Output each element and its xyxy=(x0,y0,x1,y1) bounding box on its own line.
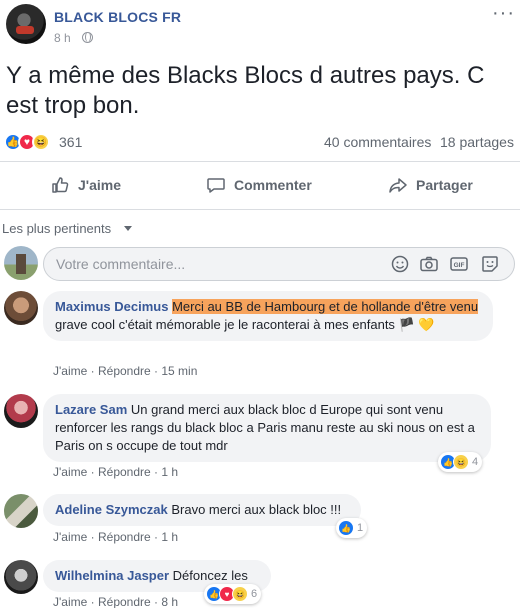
sort-dropdown[interactable]: Les plus pertinents xyxy=(2,221,111,236)
comment-text: Défoncez les xyxy=(172,568,248,583)
haha-reaction-icon: 😆 xyxy=(232,586,248,602)
more-icon[interactable]: ··· xyxy=(492,3,515,23)
comment-reaction-count: 1 xyxy=(357,522,364,534)
comment-label: Commenter xyxy=(234,177,312,193)
comment-reactions-badge[interactable]: 👍 1 xyxy=(336,518,368,538)
reaction-count[interactable]: 361 xyxy=(59,134,82,150)
comment-bubble: Maximus Decimus Merci au BB de Hambourg … xyxy=(43,291,493,341)
comment-like-link[interactable]: J'aime xyxy=(53,595,87,608)
comment-bubble: Adeline Szymczak Bravo merci aux black b… xyxy=(43,494,361,526)
avatar[interactable] xyxy=(4,394,38,428)
comment-bubble: Lazare Sam Un grand merci aux black bloc… xyxy=(43,394,491,462)
like-icon xyxy=(52,177,69,193)
comment-input[interactable] xyxy=(56,256,356,272)
comment-meta: J'aime · Répondre · 1 h xyxy=(53,530,179,544)
comment-author[interactable]: Adeline Szymczak xyxy=(55,502,168,517)
comment-time[interactable]: 1 h xyxy=(161,465,178,479)
gif-icon[interactable]: GIF xyxy=(449,254,469,274)
comment-like-link[interactable]: J'aime xyxy=(53,364,87,378)
haha-reaction-icon: 😆 xyxy=(453,454,469,470)
globe-icon xyxy=(82,32,93,43)
divider xyxy=(0,209,520,210)
comment-time[interactable]: 8 h xyxy=(161,595,178,608)
comment-reaction-count: 4 xyxy=(472,456,479,468)
comment-author[interactable]: Maximus Decimus xyxy=(55,299,168,314)
sticker-icon[interactable] xyxy=(480,254,500,274)
comment-meta: J'aime · Répondre · 15 min xyxy=(53,364,198,378)
divider xyxy=(0,161,520,162)
post-time[interactable]: 8 h xyxy=(54,31,71,45)
like-reaction-icon: 👍 xyxy=(338,520,354,536)
comment-time[interactable]: 15 min xyxy=(161,364,197,378)
comment-button[interactable]: Commenter xyxy=(206,167,312,203)
chevron-down-icon[interactable] xyxy=(124,226,132,231)
shares-count[interactable]: 18 partages xyxy=(440,134,514,150)
comment-meta: J'aime · Répondre · 8 h xyxy=(53,595,179,608)
comment-author[interactable]: Wilhelmina Jasper xyxy=(55,568,169,583)
comment-highlighted-text: Merci au BB de Hambourg et de hollande d… xyxy=(172,299,479,314)
comment-time[interactable]: 1 h xyxy=(161,530,178,544)
like-label: J'aime xyxy=(78,177,122,193)
like-button[interactable]: J'aime xyxy=(50,167,121,203)
haha-reaction-icon: 😆 xyxy=(32,133,50,151)
comments-count[interactable]: 40 commentaires xyxy=(324,134,431,150)
comment-text: grave cool c'était mémorable je le racon… xyxy=(55,317,435,332)
comment-reactions-badge[interactable]: 👍 😆 4 xyxy=(438,452,483,472)
comment-like-link[interactable]: J'aime xyxy=(53,530,87,544)
share-button[interactable]: Partager xyxy=(388,167,473,203)
comment-like-link[interactable]: J'aime xyxy=(53,465,87,479)
comment-composer[interactable]: GIF xyxy=(43,247,515,281)
reactions-summary[interactable]: 👍 ♥ 😆 xyxy=(4,133,50,151)
avatar[interactable] xyxy=(4,291,38,325)
comment-author[interactable]: Lazare Sam xyxy=(55,402,127,417)
avatar[interactable] xyxy=(4,560,38,594)
post-text: Y a même des Blacks Blocs d autres pays.… xyxy=(6,62,485,119)
emoji-icon[interactable] xyxy=(390,254,410,274)
comment-reply-link[interactable]: Répondre xyxy=(98,595,151,608)
comment-meta: J'aime · Répondre · 1 h xyxy=(53,465,179,479)
comment-reactions-badge[interactable]: 👍 ♥ 😆 6 xyxy=(204,584,262,604)
comment-reply-link[interactable]: Répondre xyxy=(98,530,151,544)
share-icon xyxy=(389,178,407,193)
share-label: Partager xyxy=(416,177,473,193)
page-name[interactable]: BLACK BLOCS FR xyxy=(54,9,181,25)
current-user-avatar xyxy=(4,246,38,280)
svg-text:GIF: GIF xyxy=(454,262,465,269)
page-avatar[interactable] xyxy=(6,4,46,44)
comment-reply-link[interactable]: Répondre xyxy=(98,364,151,378)
camera-icon[interactable] xyxy=(419,254,439,274)
comment-reaction-count: 6 xyxy=(251,588,258,600)
comment-reply-link[interactable]: Répondre xyxy=(98,465,151,479)
comment-icon xyxy=(207,178,225,193)
avatar[interactable] xyxy=(4,494,38,528)
comment-text: Bravo merci aux black bloc !!! xyxy=(171,502,342,517)
